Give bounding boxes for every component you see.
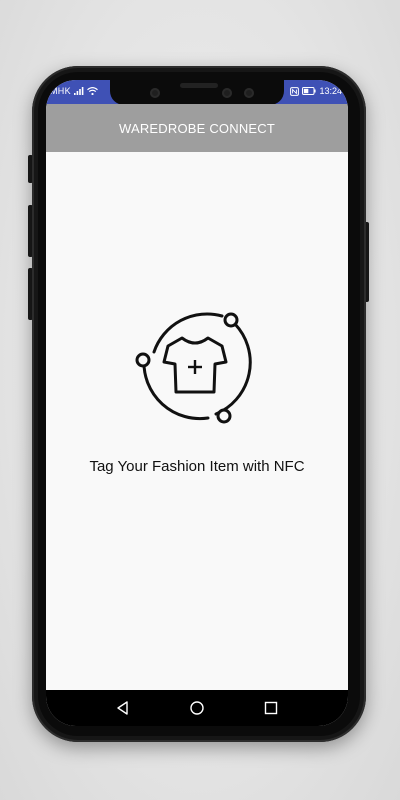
home-button[interactable]	[186, 697, 208, 719]
signal-icon	[73, 87, 84, 95]
wifi-icon	[87, 87, 98, 95]
front-camera-dot-2	[244, 88, 254, 98]
sensor-dot	[150, 88, 160, 98]
carrier-label: MHK	[50, 86, 71, 96]
camera-notch	[110, 80, 284, 105]
earpiece-speaker	[180, 83, 218, 88]
back-icon	[117, 701, 128, 715]
home-icon	[190, 701, 204, 715]
background: MHK 13:24 WAREDROBE CONNECT Tag Your Fas…	[0, 0, 400, 800]
status-bar: MHK 13:24	[46, 80, 348, 105]
nfc-tag-headline: Tag Your Fashion Item with NFC	[89, 458, 305, 475]
system-nav-bar	[46, 690, 348, 726]
status-right: 13:24	[290, 86, 342, 96]
recents-button[interactable]	[260, 697, 282, 719]
battery-icon	[302, 87, 317, 95]
app-bar: WAREDROBE CONNECT	[46, 104, 348, 152]
app-title: WAREDROBE CONNECT	[118, 120, 276, 136]
tshirt-plus-orbit-icon	[135, 312, 252, 424]
status-left: MHK	[50, 86, 98, 96]
main-content: Tag Your Fashion Item with NFC	[46, 152, 348, 690]
back-button[interactable]	[112, 697, 134, 719]
phone-screen: MHK 13:24 WAREDROBE CONNECT Tag Your Fas…	[46, 80, 348, 726]
nfc-icon	[290, 86, 300, 96]
recents-icon	[264, 701, 278, 715]
front-camera-dot	[222, 88, 232, 98]
clock: 13:24	[319, 86, 342, 96]
